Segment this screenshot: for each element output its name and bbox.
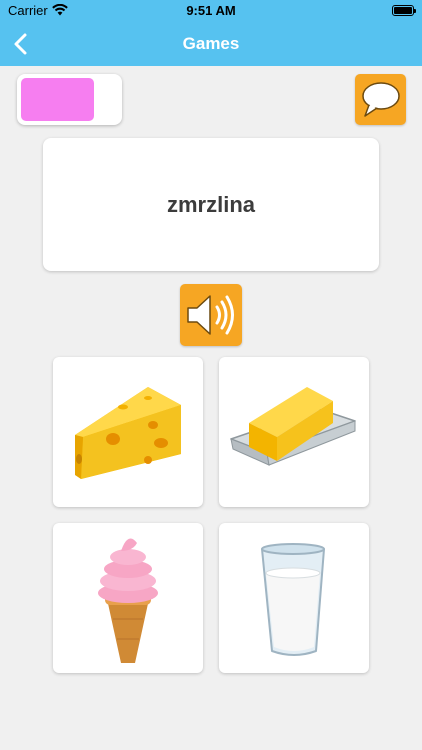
butter-icon <box>230 387 356 466</box>
battery-icon <box>392 5 416 16</box>
choice-tile-ice-cream[interactable] <box>53 523 203 673</box>
speaker-icon <box>187 295 234 335</box>
choice-tile-milk[interactable] <box>219 523 369 673</box>
target-word: zmrzlina <box>166 191 256 217</box>
ice-cream-icon <box>98 538 158 663</box>
milk-glass-icon <box>261 543 325 656</box>
page-title: Games <box>182 34 240 53</box>
play-sound-button[interactable] <box>180 284 242 346</box>
word-card: zmrzlina <box>43 138 379 271</box>
color-swatch <box>21 78 94 121</box>
speech-button[interactable] <box>355 74 406 125</box>
status-bar: Carrier 9:51 AM <box>0 0 422 22</box>
status-time: 9:51 AM <box>186 3 236 18</box>
choice-tile-cheese[interactable] <box>53 357 203 507</box>
choice-tile-butter[interactable] <box>219 357 369 507</box>
cheese-icon <box>75 387 181 479</box>
navigation-bar: Games <box>0 22 422 66</box>
speech-bubble-icon <box>362 82 400 117</box>
color-swatch-button[interactable] <box>17 74 122 125</box>
